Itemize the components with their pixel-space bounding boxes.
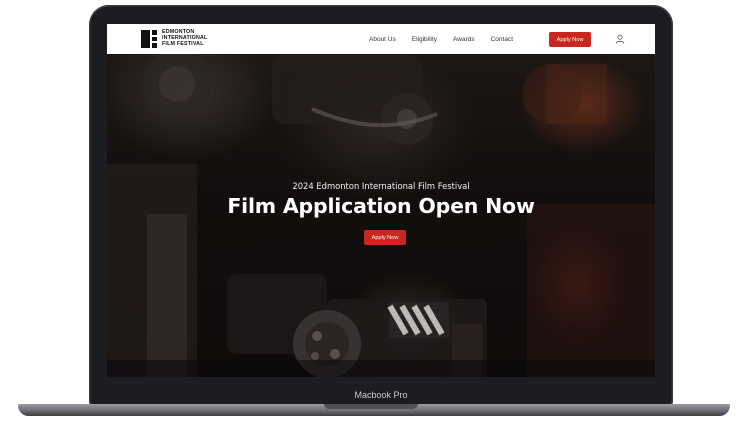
hero-section: 2024 Edmonton International Film Festiva…	[107, 54, 655, 377]
hero-subtitle: 2024 Edmonton International Film Festiva…	[292, 181, 470, 191]
nav-link-about-us[interactable]: About Us	[369, 36, 396, 43]
nav-links: About Us Eligibility Awards Contact	[369, 24, 529, 54]
device-label: Macbook Pro	[354, 390, 408, 400]
logo-line: FILM FESTIVAL	[162, 40, 204, 47]
festival-logo[interactable]: EDMONTON INTERNATIONAL FILM FESTIVAL	[141, 29, 207, 48]
hero-title: Film Application Open Now	[227, 194, 535, 218]
nav-link-eligibility[interactable]: Eligibility	[412, 36, 437, 43]
logo-text: EDMONTON INTERNATIONAL FILM FESTIVAL	[162, 29, 207, 47]
hero-apply-now-button[interactable]: Apply Now	[364, 230, 406, 245]
nav-link-contact[interactable]: Contact	[491, 36, 513, 43]
logo-mark-icon	[141, 30, 157, 48]
laptop-notch	[324, 404, 418, 409]
nav-apply-now-button[interactable]: Apply Now	[549, 32, 591, 47]
stage: EDMONTON INTERNATIONAL FILM FESTIVAL Abo…	[0, 0, 736, 425]
site-navbar: EDMONTON INTERNATIONAL FILM FESTIVAL Abo…	[107, 24, 655, 54]
user-icon[interactable]	[615, 34, 625, 44]
laptop-screen: EDMONTON INTERNATIONAL FILM FESTIVAL Abo…	[107, 24, 655, 377]
nav-link-awards[interactable]: Awards	[453, 36, 475, 43]
